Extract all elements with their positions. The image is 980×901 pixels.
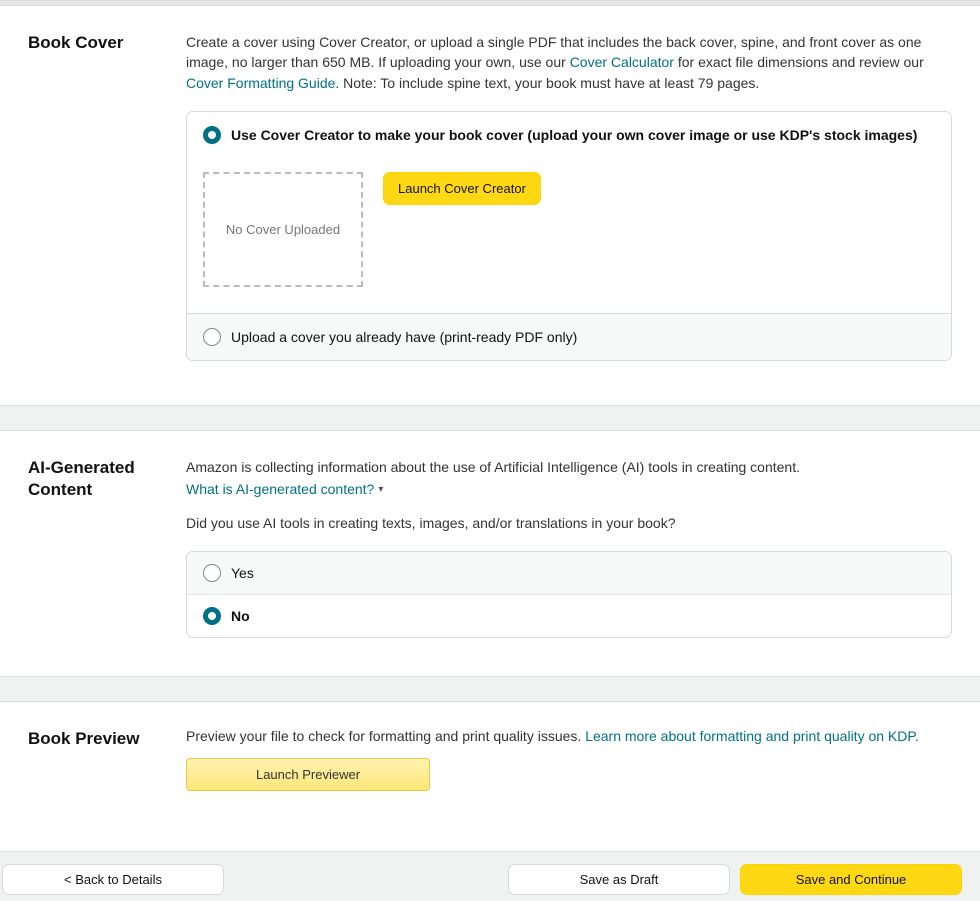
back-to-details-button[interactable]: < Back to Details [2,864,224,895]
ai-help-link[interactable]: What is AI-generated content? ▾ [186,481,383,497]
ai-options-box: Yes No [186,551,952,638]
ai-yes-option[interactable]: Yes [187,552,951,594]
book-cover-description: Create a cover using Cover Creator, or u… [186,32,952,93]
radio-selected-icon[interactable] [203,607,221,625]
upload-cover-option[interactable]: Upload a cover you already have (print-r… [187,313,951,360]
ai-description: Amazon is collecting information about t… [186,457,952,477]
cover-options-box: Use Cover Creator to make your book cove… [186,111,952,361]
book-cover-heading: Book Cover [28,32,186,367]
use-cover-creator-option[interactable]: Use Cover Creator to make your book cove… [187,112,951,158]
book-preview-section: Book Preview Preview your file to check … [0,702,980,851]
upload-cover-label: Upload a cover you already have (print-r… [231,329,577,345]
preview-description: Preview your file to check for formattin… [186,728,952,744]
ai-yes-label: Yes [231,565,254,581]
radio-unselected-icon[interactable] [203,328,221,346]
chevron-down-icon: ▾ [378,484,383,495]
cover-placeholder: No Cover Uploaded [203,172,363,287]
use-cover-creator-label: Use Cover Creator to make your book cove… [231,127,917,143]
ai-question: Did you use AI tools in creating texts, … [186,513,952,533]
ai-no-label: No [231,608,250,624]
book-cover-section: Book Cover Create a cover using Cover Cr… [0,6,980,405]
cover-formatting-guide-link[interactable]: Cover Formatting Guide [186,75,335,91]
preview-learn-more-link[interactable]: Learn more about formatting and print qu… [585,728,919,744]
radio-unselected-icon[interactable] [203,564,221,582]
launch-cover-creator-button[interactable]: Launch Cover Creator [383,172,541,205]
ai-no-option[interactable]: No [187,594,951,637]
save-as-draft-button[interactable]: Save as Draft [508,864,730,895]
ai-content-section: AI-Generated Content Amazon is collectin… [0,431,980,677]
no-cover-text: No Cover Uploaded [226,222,340,237]
ai-content-heading: AI-Generated Content [28,457,186,639]
launch-previewer-button[interactable]: Launch Previewer [186,758,430,791]
footer-bar: < Back to Details Save as Draft Save and… [0,851,980,901]
cover-calculator-link[interactable]: Cover Calculator [570,54,674,70]
book-preview-heading: Book Preview [28,728,186,791]
save-and-continue-button[interactable]: Save and Continue [740,864,962,895]
radio-selected-icon[interactable] [203,126,221,144]
